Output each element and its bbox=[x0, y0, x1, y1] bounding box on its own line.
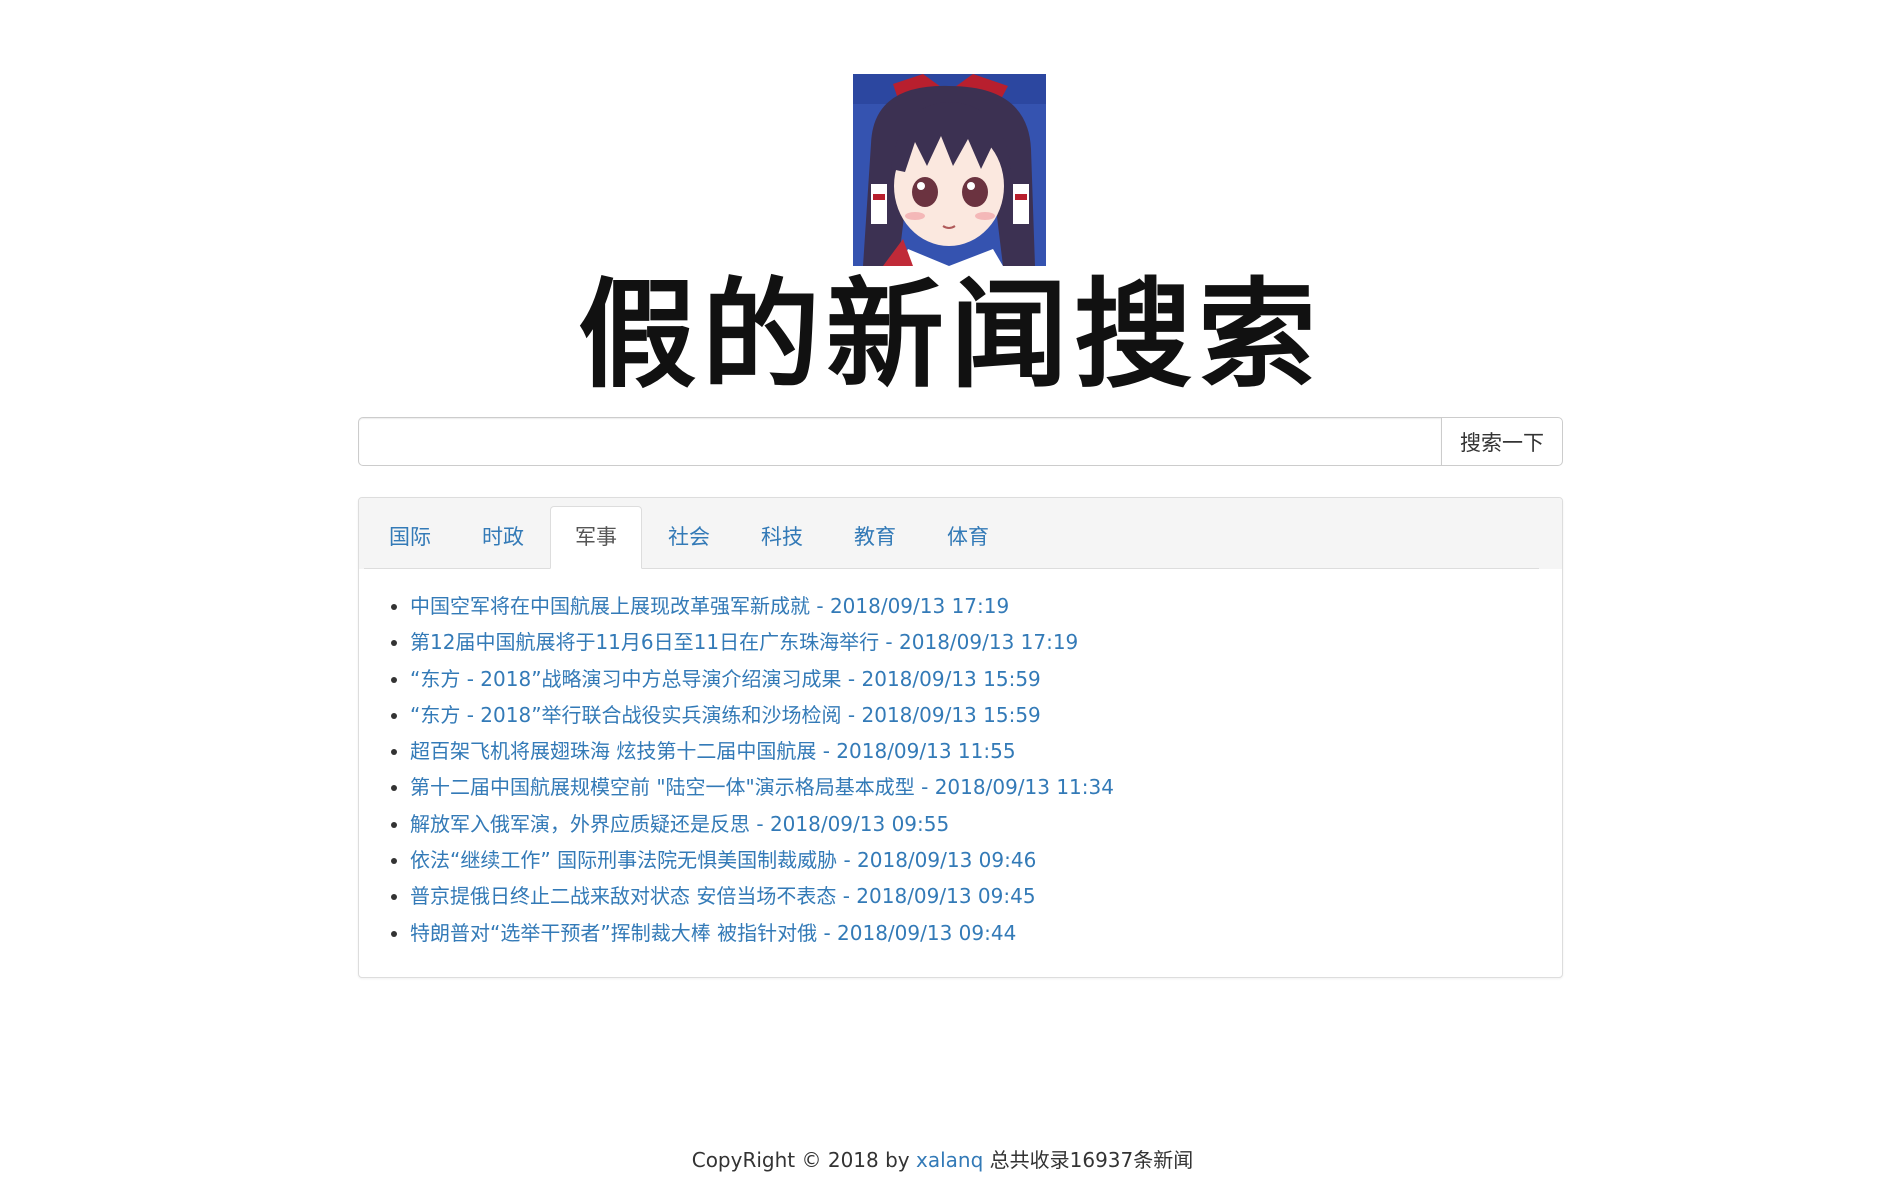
search-bar: 搜索一下 bbox=[358, 417, 1563, 466]
news-time: 2018/09/13 15:59 bbox=[861, 702, 1041, 727]
news-separator: - bbox=[810, 594, 830, 618]
tab-3[interactable]: 社会 bbox=[643, 506, 735, 568]
news-separator: - bbox=[841, 666, 862, 691]
news-title: 依法“继续工作” 国际刑事法院无惧美国制裁威胁 bbox=[410, 848, 838, 873]
news-link[interactable]: 中国空军将在中国航展上展现改革强军新成就 - 2018/09/13 17:19 bbox=[410, 594, 1009, 618]
footer-copyright: CopyRight © 2018 by bbox=[691, 1148, 916, 1172]
news-separator: - bbox=[879, 630, 900, 655]
news-time: 2018/09/13 09:44 bbox=[837, 920, 1017, 945]
news-time: 2018/09/13 09:55 bbox=[769, 811, 950, 836]
news-list: 中国空军将在中国航展上展现改革强军新成就 - 2018/09/13 17:19第… bbox=[359, 588, 1114, 951]
news-time: 2018/09/13 15:59 bbox=[861, 666, 1041, 691]
footer: CopyRight © 2018 by xalanq 总共收录16937条新闻 bbox=[0, 1144, 1885, 1173]
tab-2[interactable]: 军事 bbox=[550, 506, 642, 569]
list-item: “东方 - 2018”战略演习中方总导演介绍演习成果 - 2018/09/13 … bbox=[410, 661, 1114, 697]
news-link[interactable]: “东方 - 2018”战略演习中方总导演介绍演习成果 - 2018/09/13 … bbox=[410, 667, 1041, 691]
news-title: 特朗普对“选举干预者”挥制裁大棒 被指针对俄 bbox=[410, 920, 818, 945]
tab-0[interactable]: 国际 bbox=[364, 506, 456, 568]
news-link[interactable]: 特朗普对“选举干预者”挥制裁大棒 被指针对俄 - 2018/09/13 09:4… bbox=[410, 921, 1016, 945]
tab-4[interactable]: 科技 bbox=[736, 506, 828, 568]
list-item: 解放军入俄军演，外界应质疑还是反思 - 2018/09/13 09:55 bbox=[410, 806, 1114, 842]
news-separator: - bbox=[836, 884, 857, 909]
news-time: 2018/09/13 17:19 bbox=[899, 630, 1079, 655]
news-time: 2018/09/13 09:45 bbox=[856, 884, 1036, 909]
news-separator: - bbox=[817, 920, 838, 945]
list-item: 超百架飞机将展翅珠海 炫技第十二届中国航展 - 2018/09/13 11:55 bbox=[410, 733, 1114, 769]
news-separator: - bbox=[914, 775, 935, 800]
search-button[interactable]: 搜索一下 bbox=[1441, 417, 1563, 466]
news-link[interactable]: 超百架飞机将展翅珠海 炫技第十二届中国航展 - 2018/09/13 11:55 bbox=[410, 739, 1016, 763]
news-title: 第12届中国航展将于11月6日至11日在广东珠海举行 bbox=[410, 630, 880, 655]
footer-count: 总共收录16937条新闻 bbox=[983, 1148, 1194, 1172]
news-title: “东方 - 2018”举行联合战役实兵演练和沙场检阅 bbox=[410, 702, 842, 727]
avatar bbox=[853, 74, 1046, 266]
tab-6[interactable]: 体育 bbox=[922, 506, 1014, 568]
list-item: 普京提俄日终止二战来敌对状态 安倍当场不表态 - 2018/09/13 09:4… bbox=[410, 878, 1114, 914]
list-item: 第十二届中国航展规模空前 "陆空一体"演示格局基本成型 - 2018/09/13… bbox=[410, 769, 1114, 805]
news-separator: - bbox=[750, 811, 770, 836]
news-separator: - bbox=[841, 702, 862, 727]
panel-heading: 国际 时政 军事 社会 科技 教育 体育 bbox=[359, 498, 1562, 569]
list-item: 中国空军将在中国航展上展现改革强军新成就 - 2018/09/13 17:19 bbox=[410, 588, 1114, 624]
news-link[interactable]: 依法“继续工作” 国际刑事法院无惧美国制裁威胁 - 2018/09/13 09:… bbox=[410, 848, 1036, 872]
news-title: 超百架飞机将展翅珠海 炫技第十二届中国航展 bbox=[410, 739, 817, 764]
news-link[interactable]: 普京提俄日终止二战来敌对状态 安倍当场不表态 - 2018/09/13 09:4… bbox=[410, 884, 1036, 908]
footer-author-link[interactable]: xalanq bbox=[916, 1148, 983, 1172]
news-time: 2018/09/13 17:19 bbox=[829, 594, 1010, 618]
news-title: 解放军入俄军演，外界应质疑还是反思 bbox=[410, 811, 750, 836]
list-item: 第12届中国航展将于11月6日至11日在广东珠海举行 - 2018/09/13 … bbox=[410, 624, 1114, 660]
news-link[interactable]: “东方 - 2018”举行联合战役实兵演练和沙场检阅 - 2018/09/13 … bbox=[410, 703, 1041, 727]
news-link[interactable]: 解放军入俄军演，外界应质疑还是反思 - 2018/09/13 09:55 bbox=[410, 812, 949, 836]
list-item: “东方 - 2018”举行联合战役实兵演练和沙场检阅 - 2018/09/13 … bbox=[410, 697, 1114, 733]
tab-1[interactable]: 时政 bbox=[457, 506, 549, 568]
news-time: 2018/09/13 11:55 bbox=[836, 739, 1016, 764]
category-tabs: 国际 时政 军事 社会 科技 教育 体育 bbox=[364, 506, 1539, 569]
news-time: 2018/09/13 11:34 bbox=[934, 775, 1114, 800]
news-title: 第十二届中国航展规模空前 "陆空一体"演示格局基本成型 bbox=[410, 775, 915, 800]
news-title: 普京提俄日终止二战来敌对状态 安倍当场不表态 bbox=[410, 884, 837, 909]
news-separator: - bbox=[816, 739, 837, 764]
news-title: “东方 - 2018”战略演习中方总导演介绍演习成果 bbox=[410, 666, 842, 691]
news-title: 中国空军将在中国航展上展现改革强军新成就 bbox=[410, 594, 810, 618]
site-title: 假的新闻搜索 bbox=[577, 266, 1322, 404]
list-item: 特朗普对“选举干预者”挥制裁大棒 被指针对俄 - 2018/09/13 09:4… bbox=[410, 915, 1114, 951]
news-panel: 国际时政军事社会科技教育体育 中国空军将在中国航展上展现改革强军新成就 - 20… bbox=[358, 497, 1563, 978]
news-link[interactable]: 第12届中国航展将于11月6日至11日在广东珠海举行 - 2018/09/13 … bbox=[410, 630, 1078, 654]
search-input[interactable] bbox=[358, 417, 1441, 466]
news-time: 2018/09/13 09:46 bbox=[857, 848, 1037, 873]
news-separator: - bbox=[837, 848, 858, 873]
list-item: 依法“继续工作” 国际刑事法院无惧美国制裁威胁 - 2018/09/13 09:… bbox=[410, 842, 1114, 878]
tab-5[interactable]: 教育 bbox=[829, 506, 921, 568]
news-link[interactable]: 第十二届中国航展规模空前 "陆空一体"演示格局基本成型 - 2018/09/13… bbox=[410, 775, 1114, 799]
